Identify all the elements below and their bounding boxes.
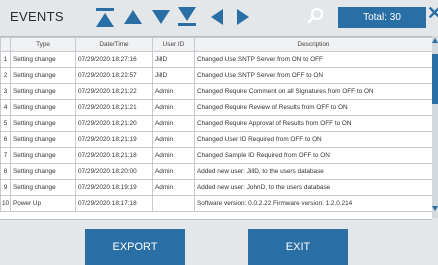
column-header-index bbox=[0, 37, 11, 52]
bottom-bar bbox=[0, 220, 438, 265]
event-datetime: 07/29/2020 18:20:00 bbox=[75, 163, 153, 180]
event-type: Setting change bbox=[10, 163, 76, 180]
row-number: 9 bbox=[0, 179, 11, 196]
events-table: Type Date/Time User ID Description 1 Set… bbox=[0, 36, 432, 220]
event-user: JillD bbox=[152, 67, 195, 84]
event-datetime: 07/29/2020 18:21:19 bbox=[75, 131, 153, 148]
next-icon[interactable] bbox=[232, 6, 254, 28]
row-number: 5 bbox=[0, 115, 11, 132]
event-datetime: 07/29/2020 18:21:20 bbox=[75, 115, 153, 132]
event-datetime: 07/29/2020 18:17:18 bbox=[75, 195, 153, 212]
table-row[interactable]: 9 Setting change 07/29/2020 18:19:19 Adm… bbox=[0, 179, 432, 196]
row-number: 2 bbox=[0, 67, 11, 84]
page-up-icon[interactable] bbox=[122, 6, 144, 28]
exit-button[interactable]: EXIT bbox=[248, 229, 348, 265]
table-row[interactable]: 2 Setting change 07/29/2020 18:22:57 Jil… bbox=[0, 67, 432, 84]
event-description: Added new user: JillD, to the users data… bbox=[194, 163, 432, 180]
table-row[interactable]: 4 Setting change 07/29/2020 18:21:21 Adm… bbox=[0, 99, 432, 116]
page-title: EVENTS bbox=[10, 9, 64, 24]
event-type: Setting change bbox=[10, 147, 76, 164]
event-type: Setting change bbox=[10, 83, 76, 100]
event-type: Setting change bbox=[10, 115, 76, 132]
event-description: Changed Sample ID Required from OFF to O… bbox=[194, 147, 432, 164]
column-header-type: Type bbox=[10, 37, 76, 52]
event-type: Setting change bbox=[10, 99, 76, 116]
event-user: Admin bbox=[152, 163, 195, 180]
event-user: Admin bbox=[152, 115, 195, 132]
table-row[interactable]: 3 Setting change 07/29/2020 18:21:22 Adm… bbox=[0, 83, 432, 100]
row-number: 3 bbox=[0, 83, 11, 100]
event-description: Changed Use SNTP Server from OFF to ON bbox=[194, 67, 432, 84]
event-type: Power Up bbox=[10, 195, 76, 212]
event-user bbox=[152, 195, 195, 212]
table-row[interactable]: 10 Power Up 07/29/2020 18:17:18 Software… bbox=[0, 195, 432, 212]
event-user: Admin bbox=[152, 99, 195, 116]
column-header-datetime: Date/Time bbox=[75, 37, 153, 52]
row-number: 6 bbox=[0, 131, 11, 148]
event-description: Changed User ID Required from OFF to ON bbox=[194, 131, 432, 148]
event-description: Software version: 0.0.2.22 Firmware vers… bbox=[194, 195, 432, 212]
event-user: Admin bbox=[152, 147, 195, 164]
scroll-up-icon[interactable] bbox=[432, 38, 438, 43]
first-page-icon[interactable] bbox=[94, 6, 116, 28]
event-description: Changed Require Approval of Results from… bbox=[194, 115, 432, 132]
scrollbar-thumb[interactable] bbox=[432, 54, 438, 104]
event-type: Setting change bbox=[10, 179, 76, 196]
event-description: Changed Use SNTP Server from ON to OFF bbox=[194, 51, 432, 68]
event-datetime: 07/29/2020 18:19:19 bbox=[75, 179, 153, 196]
row-number: 10 bbox=[0, 195, 11, 212]
event-datetime: 07/29/2020 18:21:18 bbox=[75, 147, 153, 164]
scroll-down-icon[interactable] bbox=[432, 206, 438, 211]
event-datetime: 07/29/2020 18:22:57 bbox=[75, 67, 153, 84]
column-header-description: Description bbox=[194, 37, 432, 52]
toolbar: EVENTS Total: 30 ✕ bbox=[0, 0, 438, 34]
event-datetime: 07/29/2020 18:27:16 bbox=[75, 51, 153, 68]
event-datetime: 07/29/2020 18:21:21 bbox=[75, 99, 153, 116]
table-row[interactable]: 6 Setting change 07/29/2020 18:21:19 Adm… bbox=[0, 131, 432, 148]
event-user: Admin bbox=[152, 131, 195, 148]
event-type: Setting change bbox=[10, 51, 76, 68]
last-page-icon[interactable] bbox=[176, 6, 198, 28]
table-row[interactable]: 1 Setting change 07/29/2020 18:27:16 Jil… bbox=[0, 51, 432, 68]
event-user: Admin bbox=[152, 83, 195, 100]
column-header-user-id: User ID bbox=[152, 37, 195, 52]
event-description: Changed Require Comment on all Signature… bbox=[194, 83, 432, 100]
row-number: 7 bbox=[0, 147, 11, 164]
event-type: Setting change bbox=[10, 67, 76, 84]
page-down-icon[interactable] bbox=[150, 6, 172, 28]
event-user: Admin bbox=[152, 179, 195, 196]
export-button[interactable]: EXPORT bbox=[85, 229, 185, 265]
table-row[interactable]: 8 Setting change 07/29/2020 18:20:00 Adm… bbox=[0, 163, 432, 180]
event-datetime: 07/29/2020 18:21:22 bbox=[75, 83, 153, 100]
table-row[interactable]: 7 Setting change 07/29/2020 18:21:18 Adm… bbox=[0, 147, 432, 164]
table-header-row: Type Date/Time User ID Description bbox=[0, 37, 432, 52]
previous-icon[interactable] bbox=[206, 6, 228, 28]
event-description: Changed Require Review of Results from O… bbox=[194, 99, 432, 116]
event-user: JillD bbox=[152, 51, 195, 68]
row-number: 4 bbox=[0, 99, 11, 116]
search-icon[interactable] bbox=[306, 7, 326, 27]
event-type: Setting change bbox=[10, 131, 76, 148]
total-count: Total: 30 bbox=[338, 7, 426, 28]
event-description: Added new user: JohnD, to the users data… bbox=[194, 179, 432, 196]
close-icon[interactable]: ✕ bbox=[427, 4, 438, 22]
table-scrollbar[interactable] bbox=[432, 36, 438, 218]
table-row[interactable]: 5 Setting change 07/29/2020 18:21:20 Adm… bbox=[0, 115, 432, 132]
row-number: 1 bbox=[0, 51, 11, 68]
row-number: 8 bbox=[0, 163, 11, 180]
